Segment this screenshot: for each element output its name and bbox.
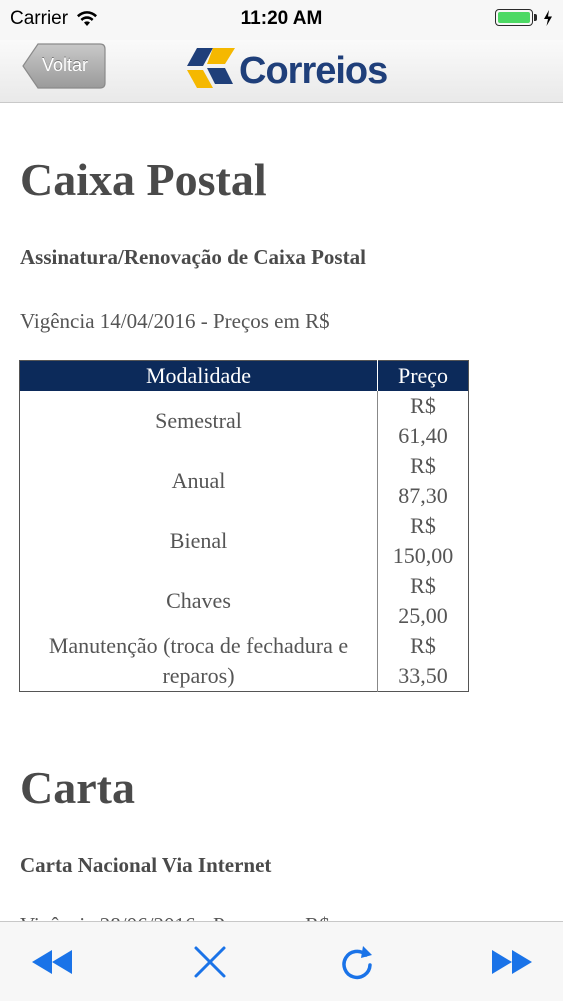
modalidade-cell: Bienal bbox=[169, 528, 228, 553]
reload-button[interactable] bbox=[335, 944, 379, 980]
reload-icon bbox=[342, 946, 372, 980]
status-time: 11:20 AM bbox=[240, 8, 323, 29]
price-currency: R$ bbox=[410, 633, 436, 658]
price-cell: R$ 33,50 bbox=[377, 631, 469, 692]
correios-logo-text: Correios bbox=[239, 50, 388, 92]
table-row: Chaves R$ 25,00 bbox=[20, 571, 469, 631]
table-header-row: Modalidade Preço bbox=[19, 360, 469, 391]
column-header-modalidade: Modalidade bbox=[19, 360, 378, 391]
price-cell: R$ 87,30 bbox=[377, 451, 469, 511]
battery-icon bbox=[495, 9, 537, 26]
navigation-bar: Voltar Correios bbox=[0, 40, 563, 103]
correios-logo-mark bbox=[187, 48, 235, 88]
section-subtitle-carta: Carta Nacional Via Internet bbox=[20, 853, 272, 877]
stop-button[interactable] bbox=[188, 944, 232, 980]
validity-caixa-postal: Vigência 14/04/2016 - Preços em R$ bbox=[20, 309, 330, 333]
price-currency: R$ bbox=[410, 573, 436, 598]
modalidade-cell: Chaves bbox=[166, 588, 231, 613]
rewind-button[interactable] bbox=[30, 944, 74, 980]
modalidade-cell: Semestral bbox=[155, 408, 242, 433]
price-cell: R$ 25,00 bbox=[377, 571, 469, 631]
column-header-preco: Preço bbox=[377, 360, 469, 391]
modalidade-cell: Manutenção (troca de fechadura e reparos… bbox=[48, 633, 349, 688]
section-subtitle-caixa-postal: Assinatura/Renovação de Caixa Postal bbox=[20, 245, 366, 269]
fast-forward-icon bbox=[492, 950, 532, 974]
table-row: Bienal R$ 150,00 bbox=[20, 511, 469, 571]
price-cell: R$ 150,00 bbox=[377, 511, 469, 571]
battery-tip bbox=[534, 14, 537, 21]
price-currency: R$ bbox=[410, 453, 436, 478]
price-value: 33,50 bbox=[398, 663, 448, 688]
correios-logo: Correios bbox=[183, 40, 388, 94]
close-icon bbox=[194, 946, 226, 978]
fast-forward-button[interactable] bbox=[490, 944, 534, 980]
price-currency: R$ bbox=[410, 393, 436, 418]
price-value: 61,40 bbox=[398, 423, 448, 448]
bottom-toolbar bbox=[0, 921, 563, 1001]
modalidade-cell: Anual bbox=[171, 468, 226, 493]
table-row: Anual R$ 87,30 bbox=[20, 451, 469, 511]
rewind-icon bbox=[32, 950, 72, 974]
back-button[interactable]: Voltar bbox=[22, 42, 106, 90]
price-value: 150,00 bbox=[392, 543, 454, 568]
status-bar: Carrier 11:20 AM bbox=[0, 0, 563, 40]
price-cell: R$ 61,40 bbox=[377, 391, 469, 451]
validity-carta: Vigência 28/06/2016 - Preços em R$ bbox=[20, 913, 330, 921]
status-right bbox=[495, 9, 553, 26]
web-content[interactable]: Caixa Postal Assinatura/Renovação de Cai… bbox=[0, 103, 563, 921]
section-title-caixa-postal: Caixa Postal bbox=[20, 154, 267, 205]
table-row: Manutenção (troca de fechadura e reparos… bbox=[20, 631, 469, 692]
back-button-label: Voltar bbox=[42, 55, 89, 75]
price-value: 25,00 bbox=[398, 603, 448, 628]
section-title-carta: Carta bbox=[20, 762, 135, 813]
battery-fill bbox=[498, 12, 530, 23]
table-row: Semestral R$ 61,40 bbox=[20, 391, 469, 451]
charging-icon bbox=[544, 9, 552, 26]
price-currency: R$ bbox=[410, 513, 436, 538]
price-table: Modalidade Preço Semestral R$ 61,40 Anua… bbox=[19, 360, 469, 692]
price-value: 87,30 bbox=[398, 483, 448, 508]
